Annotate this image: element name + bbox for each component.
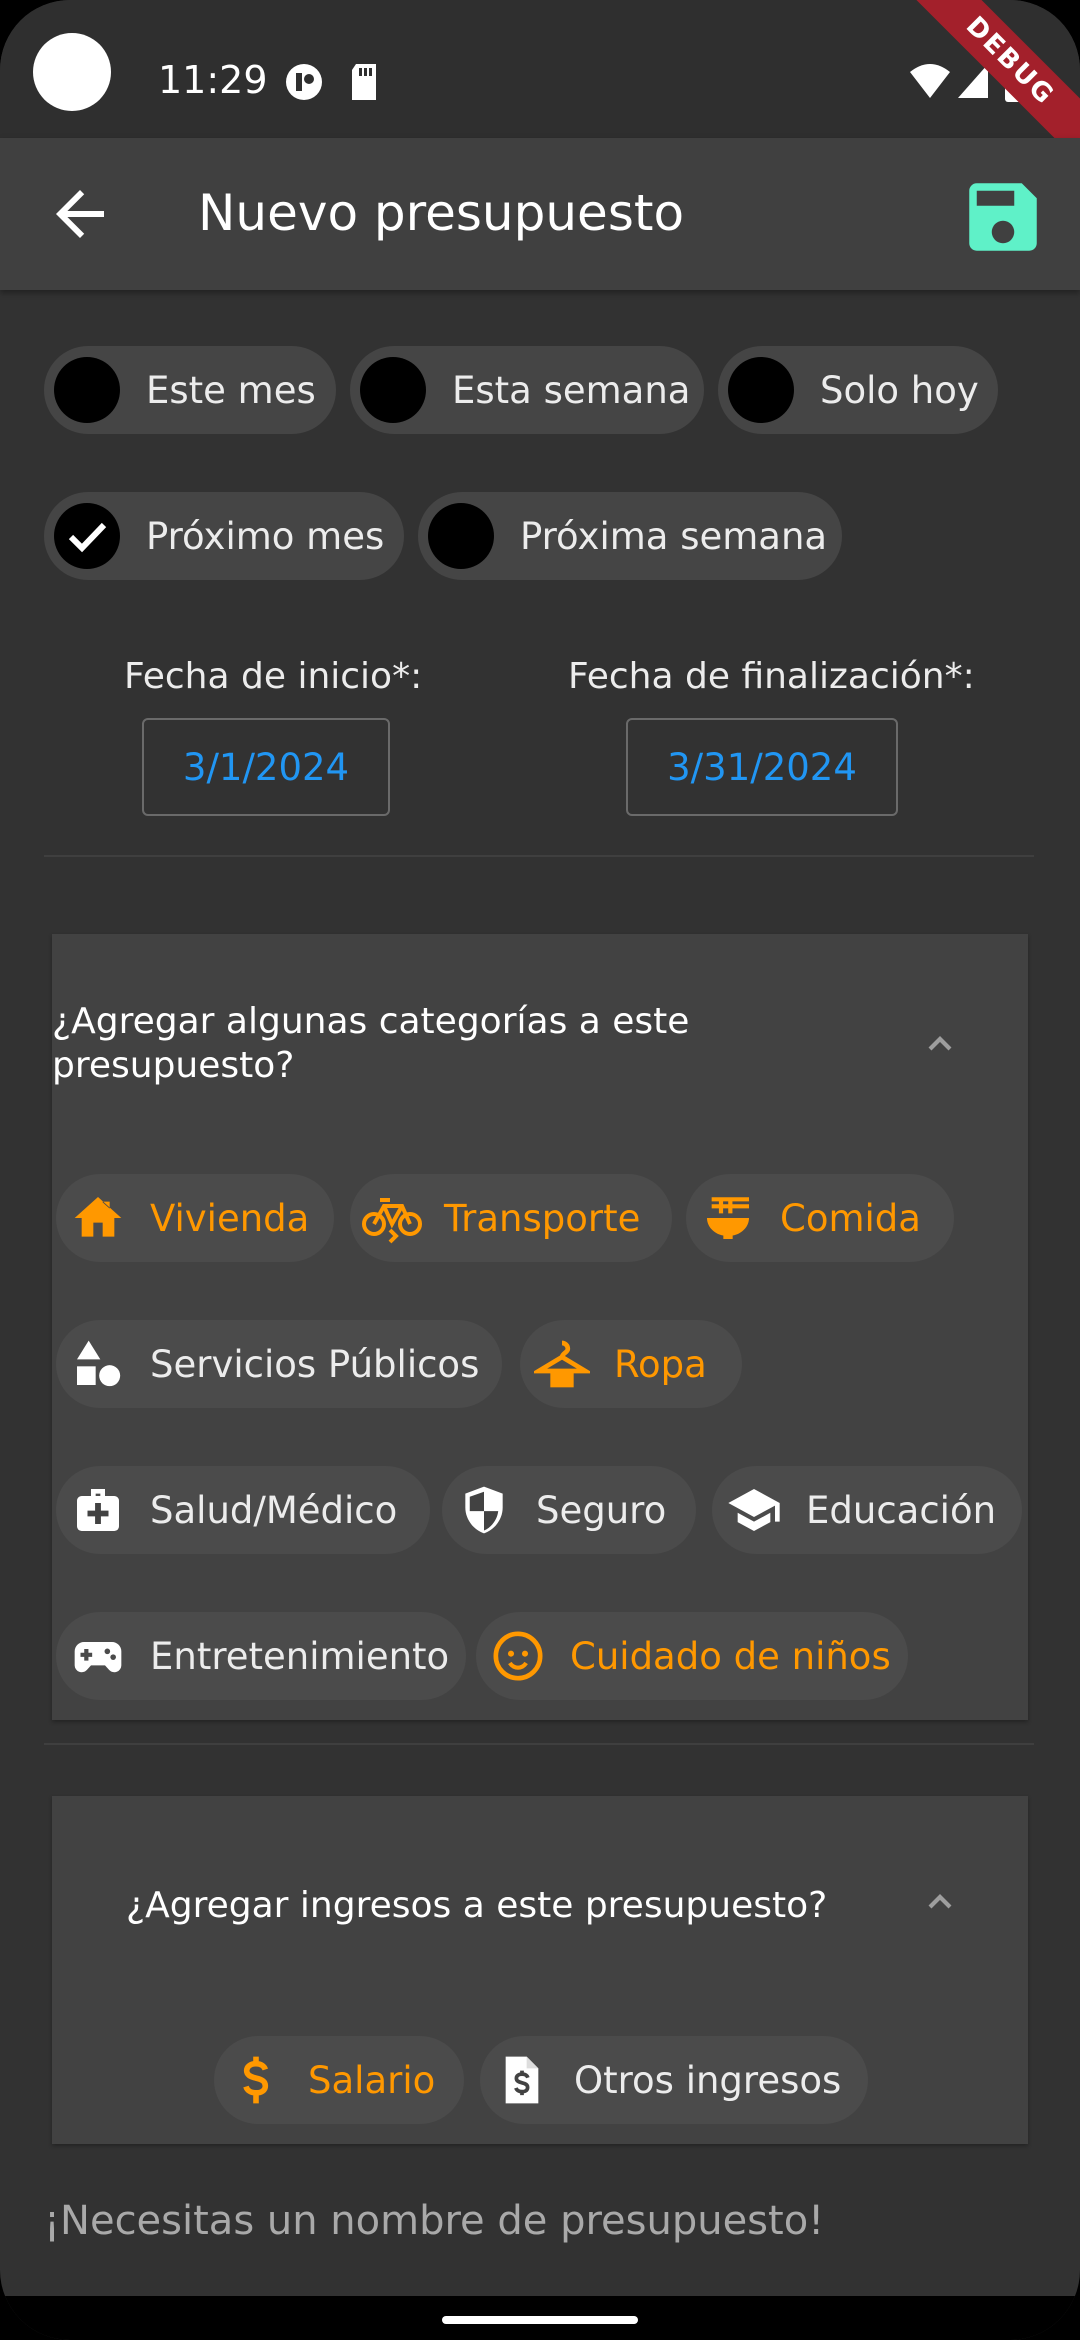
category-label: Salud/Médico — [150, 1488, 398, 1532]
status-time: 11:29 — [158, 58, 268, 102]
category-chip-ropa[interactable]: Ropa — [520, 1320, 742, 1408]
shield-icon — [452, 1478, 516, 1542]
radio-unchecked-icon — [428, 503, 494, 569]
page-title: Nuevo presupuesto — [198, 184, 685, 242]
period-chip-proximo-mes[interactable]: Próximo mes — [44, 492, 404, 580]
collapse-chevron-icon[interactable] — [920, 1882, 960, 1922]
radio-checked-icon — [54, 503, 120, 569]
period-label: Este mes — [146, 368, 316, 412]
categories-panel: ¿Agregar algunas categorías a este presu… — [52, 934, 1028, 1720]
category-label: Transporte — [444, 1196, 641, 1240]
category-chip-vivienda[interactable]: Vivienda — [56, 1174, 334, 1262]
sd-card-icon — [348, 62, 380, 106]
period-label: Próximo mes — [146, 514, 385, 558]
dollar-icon — [224, 2048, 288, 2112]
start-date-field[interactable]: 3/1/2024 — [142, 718, 390, 816]
invoice-dollar-icon — [490, 2048, 554, 2112]
medical-bag-icon — [66, 1478, 130, 1542]
category-chip-cuidado-de-ninos[interactable]: Cuidado de niños — [476, 1612, 908, 1700]
category-chip-salud-medico[interactable]: Salud/Médico — [56, 1466, 430, 1554]
save-button[interactable] — [958, 172, 1048, 262]
bike-icon — [360, 1186, 424, 1250]
home-gesture-bar[interactable] — [442, 2316, 638, 2324]
period-chip-este-mes[interactable]: Este mes — [44, 346, 336, 434]
house-icon — [66, 1186, 130, 1250]
period-label: Esta semana — [452, 368, 691, 412]
categories-title-line1: ¿Agregar algunas categorías a este — [52, 1001, 690, 1042]
app-bar: Nuevo presupuesto — [0, 138, 1080, 290]
validation-message: ¡Necesitas un nombre de presupuesto! — [44, 2198, 825, 2244]
hanger-icon — [530, 1332, 594, 1396]
arrow-back-icon — [56, 190, 104, 238]
back-button[interactable] — [44, 178, 116, 250]
income-panel-title[interactable]: ¿Agregar ingresos a este presupuesto? — [126, 1884, 827, 1928]
status-bar: 11:29 DEBUG — [0, 0, 1080, 177]
categories-panel-title[interactable]: ¿Agregar algunas categorías a este presu… — [52, 1000, 689, 1088]
income-chip-salario[interactable]: Salario — [214, 2036, 464, 2124]
category-label: Educación — [806, 1488, 997, 1532]
wifi-icon — [908, 60, 952, 104]
noodle-bowl-icon — [696, 1186, 760, 1250]
shapes-icon — [66, 1332, 130, 1396]
collapse-chevron-icon[interactable] — [920, 1024, 960, 1064]
category-chip-comida[interactable]: Comida — [686, 1174, 954, 1262]
radio-unchecked-icon — [728, 357, 794, 423]
period-chip-esta-semana[interactable]: Esta semana — [350, 346, 704, 434]
period-label: Próxima semana — [520, 514, 828, 558]
radio-unchecked-icon — [360, 357, 426, 423]
end-date-label: Fecha de finalización*: — [568, 656, 975, 697]
end-date-field[interactable]: 3/31/2024 — [626, 718, 898, 816]
income-panel: ¿Agregar ingresos a este presupuesto? Sa… — [52, 1796, 1028, 2144]
start-date-label: Fecha de inicio*: — [124, 656, 423, 697]
category-label: Entretenimiento — [150, 1634, 450, 1678]
income-label: Otros ingresos — [574, 2058, 842, 2102]
category-label: Comida — [780, 1196, 921, 1240]
app-screen: 11:29 DEBUG Nuevo presupuesto Este mes E… — [0, 0, 1080, 2340]
divider — [44, 855, 1034, 857]
child-face-icon — [486, 1624, 550, 1688]
camera-cutout — [33, 33, 111, 111]
radio-unchecked-icon — [54, 357, 120, 423]
gamepad-icon — [66, 1624, 130, 1688]
period-chip-solo-hoy[interactable]: Solo hoy — [718, 346, 998, 434]
period-chip-proxima-semana[interactable]: Próxima semana — [418, 492, 842, 580]
category-label: Seguro — [536, 1488, 667, 1532]
category-chip-educacion[interactable]: Educación — [712, 1466, 1022, 1554]
category-label: Vivienda — [150, 1196, 310, 1240]
category-chip-servicios-publicos[interactable]: Servicios Públicos — [56, 1320, 502, 1408]
category-label: Cuidado de niños — [570, 1634, 891, 1678]
category-chip-seguro[interactable]: Seguro — [442, 1466, 696, 1554]
category-label: Ropa — [614, 1342, 707, 1386]
notification-app-icon — [284, 62, 324, 106]
floppy-disk-save-icon — [969, 183, 1037, 251]
income-label: Salario — [308, 2058, 436, 2102]
divider — [44, 1743, 1034, 1745]
period-label: Solo hoy — [820, 368, 979, 412]
category-chip-transporte[interactable]: Transporte — [350, 1174, 672, 1262]
income-chip-otros-ingresos[interactable]: Otros ingresos — [480, 2036, 868, 2124]
graduation-cap-icon — [722, 1478, 786, 1542]
category-label: Servicios Públicos — [150, 1342, 480, 1386]
category-chip-entretenimiento[interactable]: Entretenimiento — [56, 1612, 466, 1700]
categories-title-line2: presupuesto? — [52, 1045, 295, 1086]
